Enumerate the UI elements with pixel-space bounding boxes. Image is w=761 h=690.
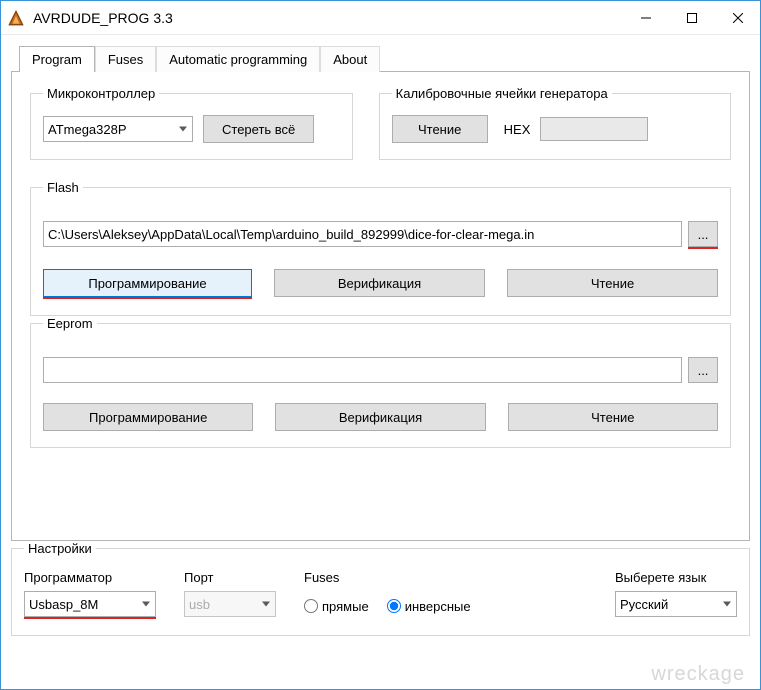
fuses-inverse-radio-label[interactable]: инверсные [387,599,471,614]
fuses-direct-radio-label[interactable]: прямые [304,599,369,614]
mcu-legend: Микроконтроллер [43,86,159,101]
eeprom-read-button[interactable]: Чтение [508,403,718,431]
mcu-select-wrap: ATmega328P [43,116,193,142]
app-icon [7,9,25,27]
flash-group: Flash ... Программирование Верификация Ч… [30,180,731,316]
mcu-group: Микроконтроллер ATmega328P Стереть всё [30,86,353,160]
app-window: AVRDUDE_PROG 3.3 Program Fuses Automatic… [0,0,761,690]
fuses-inverse-text: инверсные [405,599,471,614]
tab-fuses[interactable]: Fuses [95,46,156,72]
close-button[interactable] [714,3,760,33]
port-label: Порт [184,570,276,585]
lang-select[interactable]: Русский [615,591,737,617]
window-title: AVRDUDE_PROG 3.3 [33,10,622,26]
eeprom-group: Eeprom ... Программирование Верификация … [30,316,731,448]
flash-browse-button[interactable]: ... [688,221,718,247]
programmer-label: Программатор [24,570,156,585]
port-select: usb [184,591,276,617]
eeprom-program-button[interactable]: Программирование [43,403,253,431]
tab-about[interactable]: About [320,46,380,72]
watermark: wreckage [651,663,745,686]
lang-label: Выберете язык [615,570,737,585]
calib-legend: Калибровочные ячейки генератора [392,86,612,101]
tab-program[interactable]: Program [19,46,95,72]
fuses-inverse-radio[interactable] [387,599,401,613]
tabstrip: Program Fuses Automatic programming Abou… [11,46,750,72]
mcu-select[interactable]: ATmega328P [43,116,193,142]
tab-program-panel: Микроконтроллер ATmega328P Стереть всё К… [11,71,750,541]
titlebar: AVRDUDE_PROG 3.3 [1,1,760,35]
flash-read-button[interactable]: Чтение [507,269,718,297]
calib-read-button[interactable]: Чтение [392,115,488,143]
fuses-label: Fuses [304,570,587,585]
content-area: Program Fuses Automatic programming Abou… [1,35,760,689]
settings-group: Настройки Программатор Usbasp_8M Порт [11,541,750,636]
fuses-direct-radio[interactable] [304,599,318,613]
eeprom-legend: Eeprom [43,316,97,331]
flash-verify-button[interactable]: Верификация [274,269,485,297]
calib-hex-value [540,117,648,141]
tab-auto[interactable]: Automatic programming [156,46,320,72]
programmer-select[interactable]: Usbasp_8M [24,591,156,617]
erase-button[interactable]: Стереть всё [203,115,314,143]
eeprom-path-input[interactable] [43,357,682,383]
fuses-direct-text: прямые [322,599,369,614]
minimize-button[interactable] [622,3,668,33]
flash-program-button[interactable]: Программирование [43,269,252,297]
settings-legend: Настройки [24,541,96,556]
flash-path-input[interactable] [43,221,682,247]
calib-hex-label: HEX [504,122,531,137]
eeprom-verify-button[interactable]: Верификация [275,403,485,431]
eeprom-browse-button[interactable]: ... [688,357,718,383]
maximize-button[interactable] [668,3,714,33]
calib-group: Калибровочные ячейки генератора Чтение H… [379,86,731,160]
flash-legend: Flash [43,180,83,195]
